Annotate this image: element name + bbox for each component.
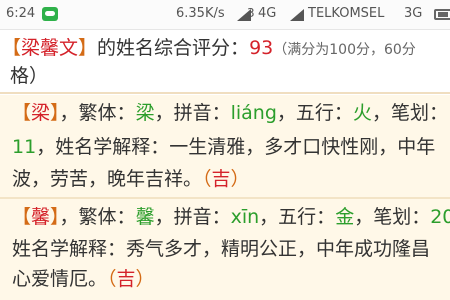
chat-app-icon <box>42 7 58 21</box>
char-2-line-3: 心爱情厄。（吉） <box>12 265 155 293</box>
pinyin: xīn <box>230 206 260 228</box>
status-bar: 6:24 6.35K/s 3 4G TELKOMSEL 3G <box>0 0 450 30</box>
strokes: 11 <box>12 136 37 158</box>
traditional-label: ，繁体： <box>59 206 136 228</box>
meaning: ，姓名学解释：一生清雅，多才口快性刚，中年 <box>36 136 436 158</box>
score-line-2: 格） <box>10 62 48 90</box>
score-label: 的姓名综合评分： <box>97 37 250 59</box>
char-1-line-2: 11，姓名学解释：一生清雅，多才口快性刚，中年 <box>12 133 435 161</box>
pinyin: liáng <box>230 102 277 124</box>
open-bracket: 【 <box>12 206 32 228</box>
close-bracket: 】 <box>50 102 60 124</box>
score-note: （满分为100分，60分 <box>273 42 416 58</box>
network-1-type: 4G <box>258 6 277 21</box>
score-value: 93 <box>249 37 274 59</box>
close-bracket: 】 <box>78 37 98 59</box>
meaning-end: 心爱情厄。 <box>12 268 108 290</box>
phone-screen: 6:24 6.35K/s 3 4G TELKOMSEL 3G 【梁馨文】的姓名综… <box>0 0 450 300</box>
score-summary: 【梁馨文】的姓名综合评分：93（满分为100分，60分 格） <box>0 32 450 92</box>
strokes-label: ，笔划： <box>371 102 448 124</box>
divider <box>0 92 450 94</box>
carrier-name: TELKOMSEL <box>308 6 385 21</box>
strokes-label: ，笔划： <box>354 206 431 228</box>
close-bracket: 】 <box>50 206 60 228</box>
character: 梁 <box>31 102 51 124</box>
luck-value: 吉 <box>116 268 136 290</box>
score-line: 【梁馨文】的姓名综合评分：93（满分为100分，60分 <box>2 34 416 64</box>
char-1-line-1: 【梁】，繁体：梁，拼音：liáng，五行：火，笔划： <box>12 99 448 127</box>
meaning-end: 波，劳苦，晚年吉祥。 <box>12 168 203 190</box>
traditional-char: 梁 <box>135 102 155 124</box>
luck-value: 吉 <box>211 168 231 190</box>
battery-icon <box>434 9 450 20</box>
status-time: 6:24 <box>6 6 36 21</box>
full-name: 梁馨文 <box>21 37 79 59</box>
strokes: 20 <box>430 206 450 228</box>
pinyin-label: ，拼音： <box>154 206 231 228</box>
luck-close: ） <box>135 268 155 290</box>
element-label: ，五行： <box>259 206 336 228</box>
open-bracket: 【 <box>2 37 22 59</box>
char-1-line-3: 波，劳苦，晚年吉祥。（吉） <box>12 165 250 193</box>
character-card-2: 【馨】，繁体：馨，拼音：xīn，五行：金，笔划：20 姓名学解释：秀气多才，精明… <box>0 199 450 300</box>
pinyin-label: ，拼音： <box>154 102 231 124</box>
element: 金 <box>335 206 355 228</box>
traditional-label: ，繁体： <box>59 102 136 124</box>
luck-open: （ <box>202 168 212 190</box>
element: 火 <box>352 102 372 124</box>
luck-close: ） <box>230 168 250 190</box>
character-card-1: 【梁】，繁体：梁，拼音：liáng，五行：火，笔划： 11，姓名学解释：一生清雅… <box>0 95 450 197</box>
signal-1-number: 3 <box>247 6 255 20</box>
open-bracket: 【 <box>12 102 32 124</box>
network-speed: 6.35K/s <box>176 6 225 21</box>
network-2-type: 3G <box>404 6 423 21</box>
luck-open: （ <box>107 268 117 290</box>
meaning: 姓名学解释：秀气多才，精明公正，中年成功隆昌 <box>12 238 431 260</box>
element-label: ，五行： <box>276 102 353 124</box>
traditional-char: 馨 <box>135 206 155 228</box>
signal-icon <box>290 9 304 21</box>
character: 馨 <box>31 206 51 228</box>
char-2-line-2: 姓名学解释：秀气多才，精明公正，中年成功隆昌 <box>12 235 430 263</box>
char-2-line-1: 【馨】，繁体：馨，拼音：xīn，五行：金，笔划：20 <box>12 203 450 231</box>
score-line-2-text: 格） <box>10 65 49 87</box>
